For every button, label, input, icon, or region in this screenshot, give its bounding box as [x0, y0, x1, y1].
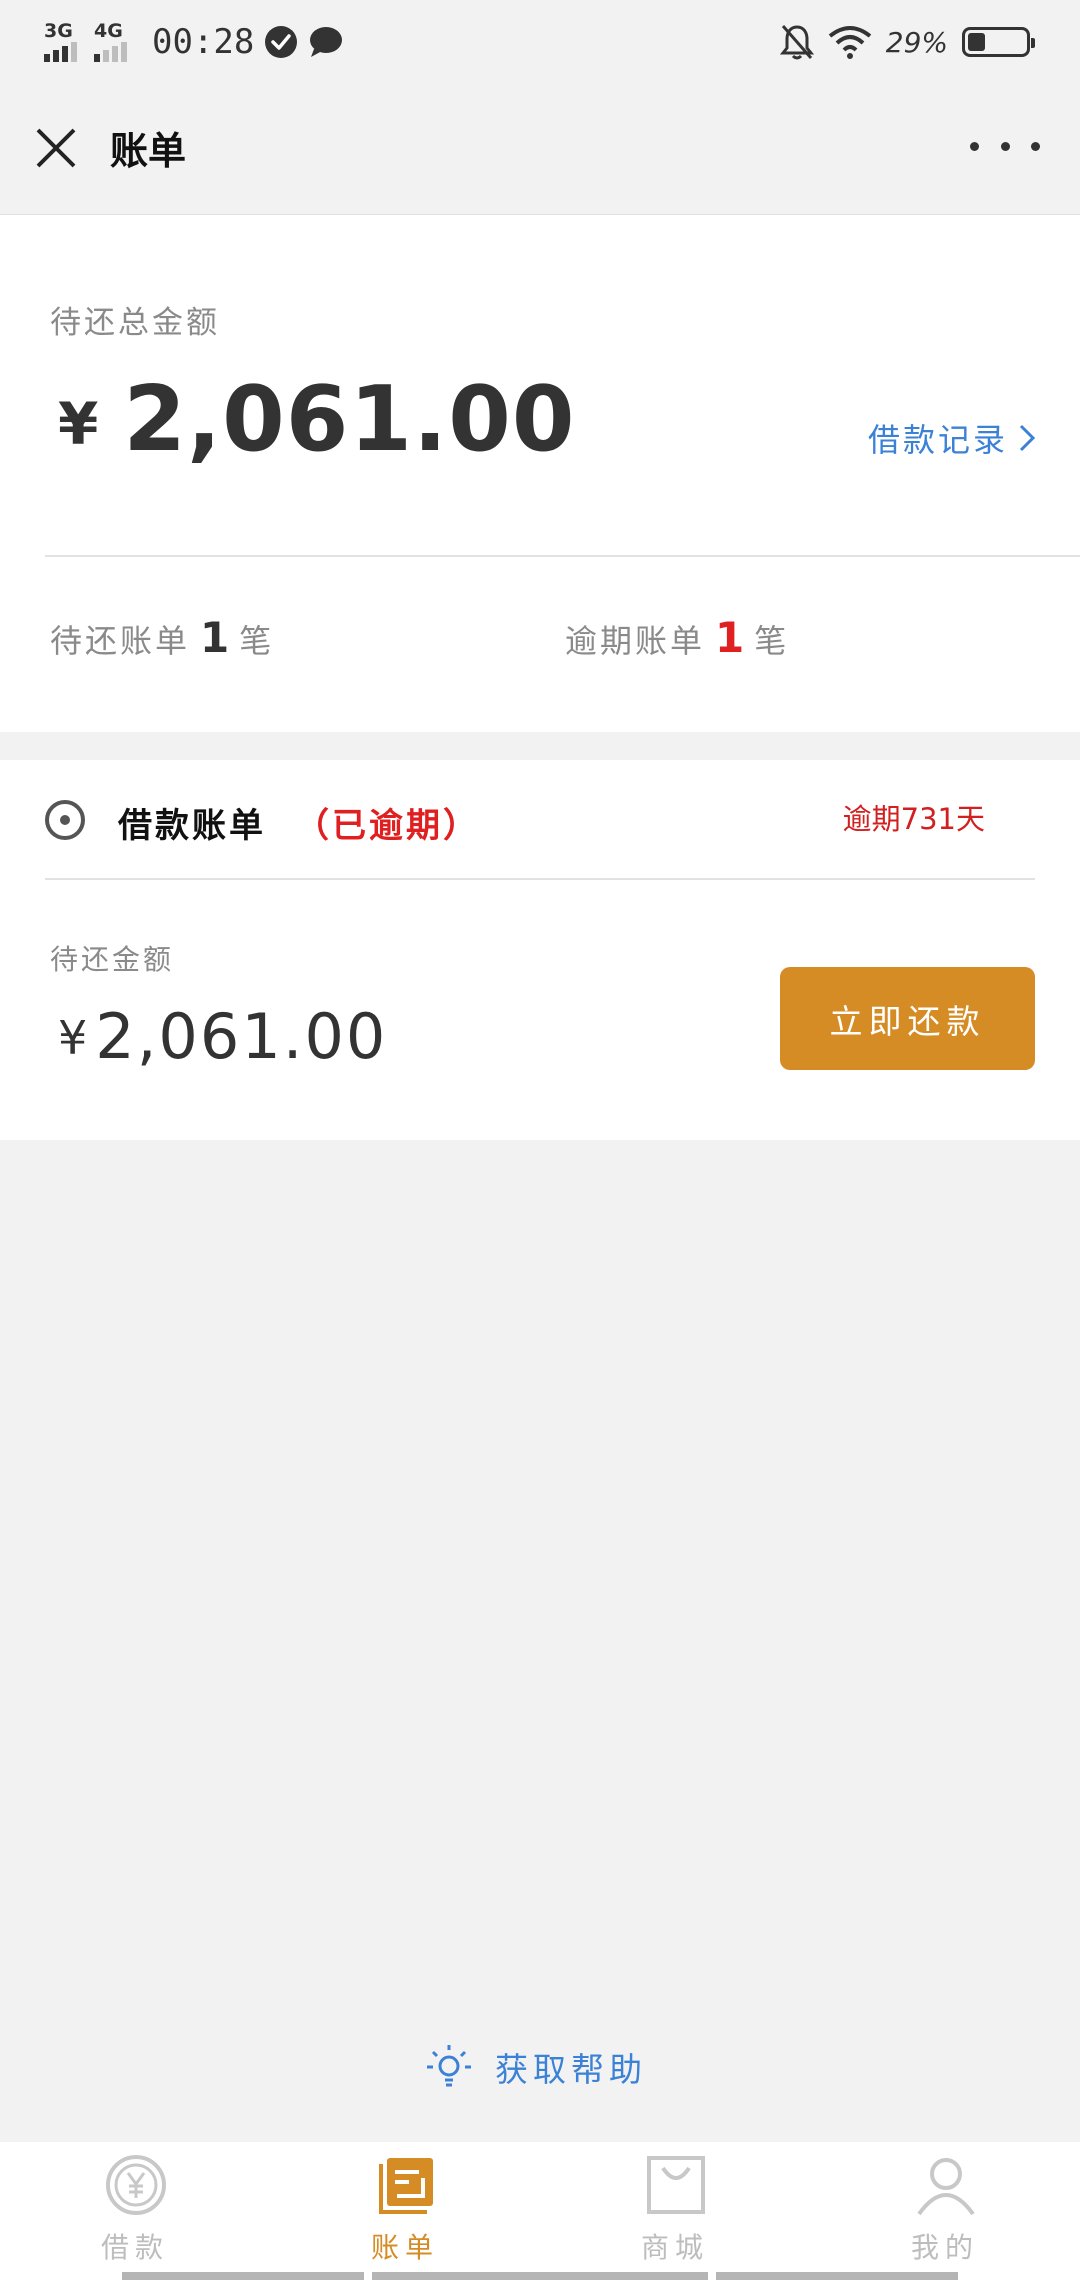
- close-icon[interactable]: [30, 122, 82, 174]
- divider: [45, 555, 1080, 557]
- nav-gesture-bar: [372, 2272, 708, 2280]
- total-amount: ¥2,061.00: [58, 367, 575, 472]
- overdue-bills-stat: 逾期账单 1 笔: [565, 613, 789, 662]
- tab-mall[interactable]: 商城: [575, 2142, 775, 2272]
- repay-now-button[interactable]: 立即还款: [780, 967, 1035, 1070]
- bill-title: 借款账单: [118, 806, 266, 846]
- shopping-bag-icon: [647, 2156, 705, 2214]
- status-right: 29%: [779, 20, 1035, 64]
- yen-circle-icon: [106, 2155, 166, 2215]
- check-circle-icon: [265, 26, 298, 58]
- battery-percent: 29%: [885, 25, 948, 59]
- more-menu-icon[interactable]: [970, 126, 1040, 166]
- bottom-tab-bar: 借款 账单 商城 我的: [0, 2142, 1080, 2280]
- signal-4g-label: 4G: [94, 20, 123, 42]
- help-label: 获取帮助: [495, 2050, 647, 2089]
- chat-bubble-icon: [310, 27, 343, 57]
- pending-bills-stat: 待还账单 1 笔: [50, 613, 274, 662]
- overdue-prefix: 逾期账单: [565, 622, 706, 660]
- pending-count: 1: [200, 613, 230, 662]
- nav-gesture-bar: [716, 2272, 958, 2280]
- overdue-count: 1: [715, 613, 745, 662]
- loan-record-label: 借款记录: [867, 421, 1008, 459]
- divider: [45, 878, 1035, 880]
- status-bar: 3G 4G 00:28 29%: [0, 0, 1080, 82]
- signal-3g-icon: 3G: [44, 20, 84, 64]
- bill-card: 借款账单 （已逾期） 逾期731天 待还金额 ¥2,061.00 立即还款: [0, 760, 1080, 1140]
- bill-status-badge: （已逾期）: [295, 806, 480, 846]
- help-link[interactable]: 获取帮助: [425, 2042, 647, 2092]
- page-title: 账单: [110, 129, 187, 173]
- title-bar: 账单: [0, 82, 1080, 215]
- bill-select-radio[interactable]: [45, 800, 85, 840]
- signal-4g-icon: 4G: [94, 20, 134, 64]
- summary-card: 待还总金额 ¥2,061.00 借款记录 待还账单 1 笔 逾期账单 1 笔: [0, 215, 1080, 732]
- bill-currency: ¥: [58, 1011, 90, 1065]
- total-currency: ¥: [58, 390, 100, 458]
- signal-3g-label: 3G: [44, 20, 73, 42]
- tab-bill-label: 账单: [370, 2231, 439, 2264]
- bell-off-icon: [779, 25, 814, 60]
- tab-mine[interactable]: 我的: [845, 2142, 1045, 2272]
- total-label: 待还总金额: [50, 305, 220, 341]
- pending-suffix: 笔: [239, 622, 275, 660]
- chevron-right-icon: [1019, 424, 1036, 452]
- tab-mall-label: 商城: [640, 2231, 709, 2264]
- tab-borrow[interactable]: 借款: [35, 2142, 235, 2272]
- bill-icon: [379, 2158, 433, 2214]
- wifi-icon: [828, 26, 872, 59]
- status-time: 00:28: [152, 22, 255, 62]
- lightbulb-icon: [427, 2045, 471, 2087]
- overdue-days: 逾期731天: [842, 802, 985, 836]
- nav-gesture-bar: [122, 2272, 364, 2280]
- tab-mine-label: 我的: [910, 2231, 979, 2264]
- bill-amount-value: 2,061.00: [95, 1000, 388, 1073]
- bill-amount-label: 待还金额: [50, 943, 175, 976]
- person-icon: [917, 2158, 975, 2216]
- loan-record-link[interactable]: 借款记录: [868, 415, 1036, 461]
- tab-borrow-label: 借款: [100, 2231, 169, 2264]
- status-left: 3G 4G 00:28: [44, 18, 344, 66]
- battery-icon: [962, 27, 1035, 57]
- total-amount-value: 2,061.00: [123, 367, 576, 472]
- tab-bill[interactable]: 账单: [305, 2142, 505, 2272]
- overdue-suffix: 笔: [754, 622, 790, 660]
- bill-amount: ¥2,061.00: [58, 1000, 387, 1073]
- pending-prefix: 待还账单: [50, 622, 191, 660]
